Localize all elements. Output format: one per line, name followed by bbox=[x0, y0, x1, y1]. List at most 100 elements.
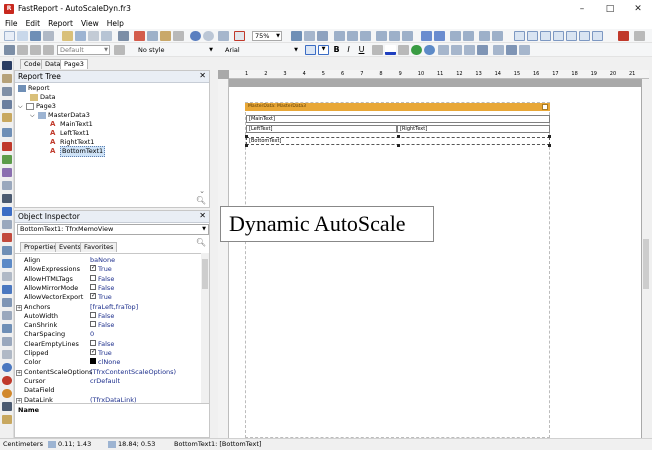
style-manager-icon[interactable] bbox=[114, 45, 125, 55]
crosstab-object-icon[interactable] bbox=[2, 272, 12, 281]
tree-item-masterdata3[interactable]: ⌵ MasterData3 bbox=[30, 111, 90, 120]
align-top-icon[interactable] bbox=[376, 31, 387, 41]
style-select[interactable]: Default ▼ bbox=[57, 45, 110, 55]
dial-object-icon[interactable] bbox=[2, 389, 12, 398]
selection-handle[interactable] bbox=[245, 144, 248, 147]
subreport-object-icon[interactable] bbox=[2, 168, 12, 177]
menu-help[interactable]: Help bbox=[107, 19, 124, 28]
memo-righttext[interactable]: [RightText] bbox=[397, 125, 550, 133]
search-icon[interactable]: 🔍︎ bbox=[196, 238, 206, 247]
format-copy-tool-icon[interactable] bbox=[2, 113, 12, 122]
find-icon[interactable] bbox=[118, 31, 129, 41]
space-horizontally-icon[interactable] bbox=[421, 31, 432, 41]
center-horizontally-icon[interactable] bbox=[450, 31, 461, 41]
close-icon[interactable]: ✕ bbox=[199, 71, 206, 80]
fill-color-icon[interactable] bbox=[618, 31, 629, 41]
property-value[interactable]: (TfrxContentScaleOptions) bbox=[90, 368, 176, 377]
checkbox[interactable] bbox=[90, 283, 96, 290]
oledb-object-icon[interactable] bbox=[2, 298, 12, 307]
more-objects-icon[interactable] bbox=[2, 415, 12, 424]
scrollbar-thumb[interactable] bbox=[202, 259, 208, 289]
chevron-down-icon[interactable]: ▼ bbox=[318, 45, 329, 55]
paste-icon[interactable] bbox=[160, 31, 171, 41]
align-bottom-icon[interactable] bbox=[402, 31, 413, 41]
open-icon[interactable] bbox=[17, 31, 28, 41]
layout-icon-1[interactable] bbox=[514, 31, 525, 41]
masterdata-band-header[interactable]: MasterData: MasterData3 bbox=[245, 103, 550, 111]
circle-object-icon[interactable] bbox=[2, 363, 12, 372]
layout-icon-2[interactable] bbox=[527, 31, 538, 41]
layout-icon-4[interactable] bbox=[553, 31, 564, 41]
gradient-object-icon[interactable] bbox=[2, 311, 12, 320]
checkbox[interactable] bbox=[90, 347, 96, 356]
close-icon[interactable]: ✕ bbox=[199, 211, 206, 220]
property-value[interactable]: True bbox=[90, 347, 112, 358]
close-button[interactable]: ✕ bbox=[624, 0, 652, 17]
tree-item-bottomtext1[interactable]: A BottomText1 bbox=[50, 146, 106, 157]
checkbox[interactable] bbox=[90, 321, 96, 328]
property-value[interactable]: 0 bbox=[90, 330, 94, 339]
style-icon[interactable] bbox=[4, 45, 15, 55]
underline-button[interactable]: U bbox=[356, 45, 367, 55]
text-align-right-icon[interactable] bbox=[464, 45, 475, 55]
property-value[interactable]: (TfrxDataLink) bbox=[90, 396, 137, 404]
fit-to-grid-icon[interactable] bbox=[317, 31, 328, 41]
nostyle-select[interactable]: No style ▼ bbox=[135, 45, 215, 55]
property-row[interactable]: Align baNone bbox=[15, 256, 201, 265]
property-value[interactable]: False bbox=[90, 274, 114, 284]
checkbox[interactable] bbox=[90, 339, 96, 346]
selection-handle[interactable] bbox=[397, 135, 400, 138]
property-row[interactable]: Color clNone bbox=[15, 358, 201, 367]
format-painter-icon[interactable] bbox=[173, 31, 184, 41]
highlight-color-icon[interactable] bbox=[398, 45, 409, 55]
property-row[interactable]: ClearEmptyLines False bbox=[15, 339, 201, 349]
property-row[interactable]: DataField bbox=[15, 386, 201, 395]
property-row[interactable]: + ContentScaleOptions (TfrxContentScaleOpt… bbox=[15, 368, 201, 377]
tree-item-data[interactable]: Data bbox=[30, 93, 56, 102]
property-row[interactable]: AllowExpressions True bbox=[15, 263, 201, 274]
expand-plus-icon[interactable]: + bbox=[16, 369, 22, 376]
layout-icon-6[interactable] bbox=[579, 31, 590, 41]
text-align-left-icon[interactable] bbox=[438, 45, 449, 55]
text-style-icon[interactable] bbox=[30, 45, 41, 55]
checkbox[interactable] bbox=[90, 311, 96, 318]
tree-item-report[interactable]: Report bbox=[18, 84, 50, 93]
diagram-object-icon[interactable] bbox=[2, 350, 12, 359]
gauge-object-icon[interactable] bbox=[2, 376, 12, 385]
property-row[interactable]: AllowVectorExport True bbox=[15, 291, 201, 302]
selection-handle[interactable] bbox=[397, 144, 400, 147]
same-width-icon[interactable] bbox=[479, 31, 490, 41]
line-object-icon[interactable] bbox=[2, 207, 12, 216]
valign-bottom-icon[interactable] bbox=[519, 45, 530, 55]
tab-favorites[interactable]: Favorites bbox=[80, 242, 118, 252]
scrollbar-thumb[interactable] bbox=[643, 239, 649, 289]
expand-down-icon[interactable]: ⌄ bbox=[199, 187, 205, 195]
center-vertically-icon[interactable] bbox=[463, 31, 474, 41]
highlight-rule-icon[interactable] bbox=[424, 45, 435, 55]
chart-object-icon[interactable] bbox=[2, 285, 12, 294]
property-row[interactable]: + DataLink (TfrxDataLink) bbox=[15, 396, 201, 404]
chevron-down-icon[interactable]: ⌵ bbox=[30, 111, 38, 120]
table-object-icon[interactable] bbox=[2, 337, 12, 346]
space-vertically-icon[interactable] bbox=[434, 31, 445, 41]
selection-handle[interactable] bbox=[548, 144, 551, 147]
system-text-object-icon[interactable] bbox=[2, 181, 12, 190]
copy-icon[interactable] bbox=[147, 31, 158, 41]
font-color-icon[interactable] bbox=[385, 45, 396, 55]
property-row[interactable]: AllowMirrorMode False bbox=[15, 283, 201, 293]
picture-object-icon[interactable] bbox=[2, 155, 12, 164]
align-to-grid-icon[interactable] bbox=[304, 31, 315, 41]
layout-icon-7[interactable] bbox=[592, 31, 603, 41]
checkbox[interactable] bbox=[90, 291, 96, 300]
band-options-icon[interactable] bbox=[542, 104, 548, 110]
undo-icon[interactable] bbox=[190, 31, 201, 41]
property-value[interactable]: False bbox=[90, 311, 114, 321]
object-select[interactable]: BottomText1: TfrxMemoView ▼ bbox=[17, 224, 209, 235]
text-object-icon[interactable] bbox=[2, 142, 12, 151]
tree-item-maintext1[interactable]: A MainText1 bbox=[50, 120, 93, 129]
zoom-tool-icon[interactable] bbox=[2, 87, 12, 96]
text-align-center-icon[interactable] bbox=[451, 45, 462, 55]
checkbox-object-icon[interactable] bbox=[2, 246, 12, 255]
memo-lefttext[interactable]: [LeftText] bbox=[246, 125, 397, 133]
property-value[interactable]: True bbox=[90, 263, 112, 274]
